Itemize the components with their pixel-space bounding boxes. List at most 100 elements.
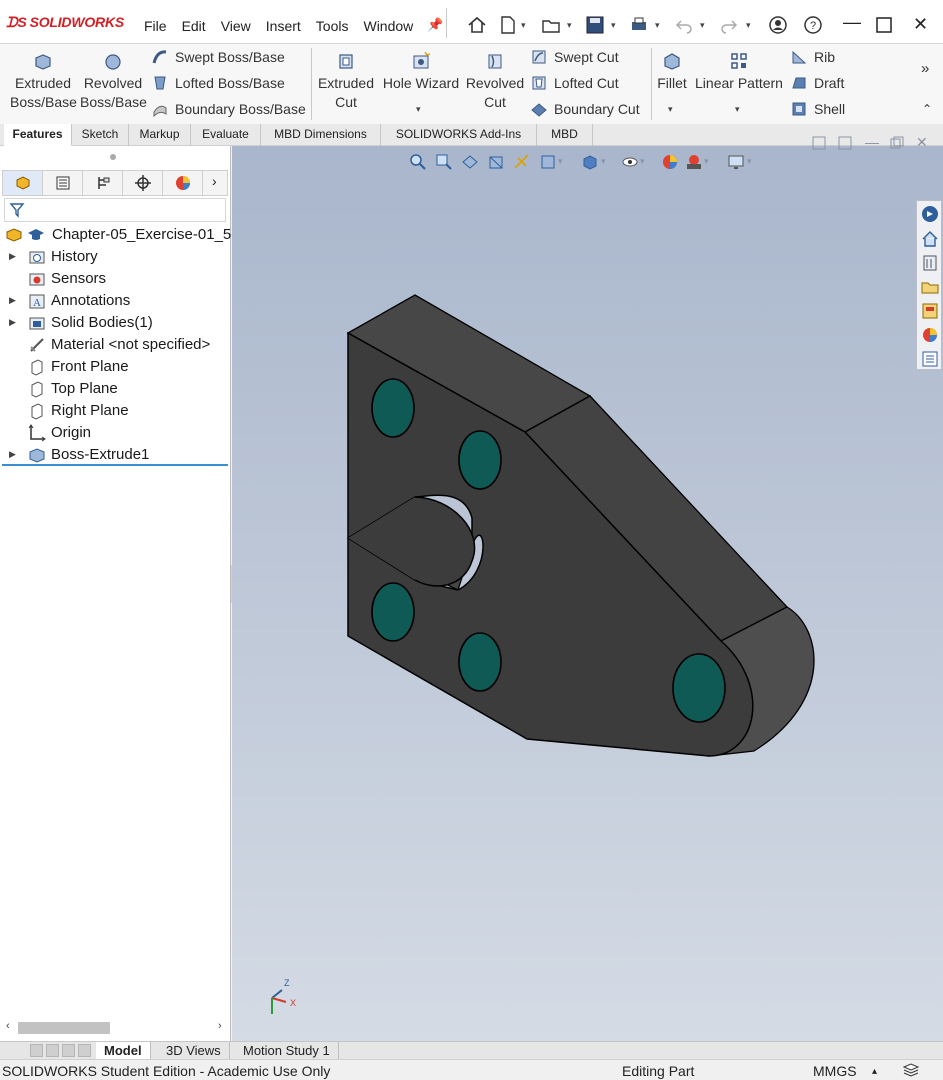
custom-properties-icon[interactable] <box>920 349 940 369</box>
fillet-dropdown-caret[interactable]: ▾ <box>668 104 673 115</box>
draft-button[interactable]: Draft <box>790 74 844 92</box>
tree-item-origin[interactable]: Origin <box>0 422 231 444</box>
tree-item-solid-bodies[interactable]: ▶ Solid Bodies(1) <box>0 312 231 334</box>
redo-icon[interactable] <box>718 14 740 36</box>
scroll-right-arrow-icon[interactable]: › <box>218 1020 222 1032</box>
solidworks-logo[interactable]: ᗪS SOLIDWORKS <box>6 14 124 31</box>
print-icon[interactable] <box>628 14 650 36</box>
extruded-cut-button[interactable]: Extruded Cut <box>314 50 378 112</box>
home-icon[interactable] <box>466 14 488 36</box>
appearances-scenes-icon[interactable] <box>920 325 940 345</box>
tab-motion-study-1[interactable]: Motion Study 1 <box>235 1042 339 1060</box>
feature-manager-tab[interactable] <box>3 171 43 195</box>
tree-item-sensors[interactable]: Sensors <box>0 268 231 290</box>
dynamic-annotation-icon[interactable] <box>512 152 532 172</box>
display-style-icon[interactable] <box>580 152 600 172</box>
unit-system-selector[interactable]: MMGS <box>813 1063 857 1079</box>
view-settings-caret[interactable]: ▾ <box>747 156 752 167</box>
view-orientation-icon[interactable] <box>538 152 558 172</box>
menu-window[interactable]: Window <box>363 18 413 34</box>
section-view-icon[interactable] <box>486 152 506 172</box>
hole-wizard-button[interactable]: Hole Wizard <box>381 50 461 93</box>
viewport-minimize-icon[interactable]: — <box>865 134 879 150</box>
view-palette-icon[interactable] <box>920 301 940 321</box>
panel-more-chevron-icon[interactable]: › <box>212 173 217 189</box>
dimxpert-manager-tab[interactable] <box>123 171 163 195</box>
rollback-bar[interactable] <box>2 464 228 466</box>
tab-solidworks-add-ins[interactable]: SOLIDWORKS Add-Ins <box>381 124 537 146</box>
expand-arrow-icon[interactable]: ▶ <box>9 317 16 328</box>
hole-bottom-left[interactable] <box>371 582 415 642</box>
boundary-boss-base-button[interactable]: Boundary Boss/Base <box>151 100 306 118</box>
property-manager-tab[interactable] <box>43 171 83 195</box>
tree-item-front-plane[interactable]: Front Plane <box>0 356 231 378</box>
last-tab-button[interactable] <box>78 1044 91 1057</box>
redo-dropdown-caret[interactable]: ▾ <box>746 20 751 31</box>
save-dropdown-caret[interactable]: ▾ <box>611 20 616 31</box>
panel-grip-handle[interactable] <box>110 154 116 160</box>
display-style-caret[interactable]: ▾ <box>601 156 606 167</box>
lofted-cut-button[interactable]: Lofted Cut <box>530 74 619 92</box>
view-settings-icon[interactable] <box>726 152 746 172</box>
account-icon[interactable] <box>767 14 789 36</box>
tree-horizontal-scrollbar[interactable]: ‹ › <box>2 1020 228 1036</box>
tree-item-history[interactable]: ▶ History <box>0 246 231 268</box>
customize-status-icon[interactable] <box>902 1063 920 1078</box>
hole-top-right[interactable] <box>458 430 502 490</box>
view-orientation-caret[interactable]: ▾ <box>558 156 563 167</box>
design-library-icon[interactable] <box>920 253 940 273</box>
graphics-area[interactable]: ▾ ▾ ▾ ▾ ▾ — ✕ Z X <box>232 134 943 1041</box>
tree-item-material[interactable]: Material <not specified> <box>0 334 231 356</box>
boundary-cut-button[interactable]: Boundary Cut <box>530 100 640 118</box>
tree-item-top-plane[interactable]: Top Plane <box>0 378 231 400</box>
next-tab-button[interactable] <box>62 1044 75 1057</box>
zoom-to-fit-icon[interactable] <box>408 152 428 172</box>
home-icon[interactable] <box>920 229 940 249</box>
previous-tab-button[interactable] <box>46 1044 59 1057</box>
new-dropdown-caret[interactable]: ▾ <box>521 20 526 31</box>
help-icon[interactable]: ? <box>802 14 824 36</box>
undo-icon[interactable] <box>673 14 695 36</box>
open-dropdown-caret[interactable]: ▾ <box>567 20 572 31</box>
edit-appearance-icon[interactable] <box>660 152 680 172</box>
expand-arrow-icon[interactable]: ▶ <box>9 295 16 306</box>
tree-item-annotations[interactable]: ▶ A Annotations <box>0 290 231 312</box>
display-manager-tab[interactable] <box>163 171 203 195</box>
viewport-restore-icon[interactable] <box>890 136 904 150</box>
tab-markup[interactable]: Markup <box>129 124 191 146</box>
menu-insert[interactable]: Insert <box>266 18 301 34</box>
apply-scene-caret[interactable]: ▾ <box>704 156 709 167</box>
scrollbar-thumb[interactable] <box>18 1022 110 1034</box>
ribbon-more-chevron-icon[interactable]: » <box>921 60 929 77</box>
print-dropdown-caret[interactable]: ▾ <box>655 20 660 31</box>
tab-mbd-dimensions[interactable]: MBD Dimensions <box>261 124 381 146</box>
viewport-back-icon[interactable] <box>812 136 826 150</box>
first-tab-button[interactable] <box>30 1044 43 1057</box>
lofted-boss-base-button[interactable]: Lofted Boss/Base <box>151 74 285 92</box>
previous-view-icon[interactable] <box>460 152 480 172</box>
linear-pattern-button[interactable]: Linear Pattern <box>694 50 784 93</box>
tab-features[interactable]: Features <box>4 124 72 146</box>
tab-mbd[interactable]: MBD <box>537 124 593 146</box>
expand-arrow-icon[interactable]: ▶ <box>9 251 16 262</box>
rib-button[interactable]: Rib <box>790 48 835 66</box>
solidworks-resources-icon[interactable] <box>920 204 940 224</box>
new-document-icon[interactable] <box>497 14 519 36</box>
tab-3d-views[interactable]: 3D Views <box>158 1042 230 1060</box>
revolved-boss-base-button[interactable]: Revolved Boss/Base <box>80 50 147 112</box>
swept-cut-button[interactable]: Swept Cut <box>530 48 619 66</box>
undo-dropdown-caret[interactable]: ▾ <box>700 20 705 31</box>
save-icon[interactable] <box>584 14 606 36</box>
linear-pattern-dropdown-caret[interactable]: ▾ <box>735 104 740 115</box>
swept-boss-base-button[interactable]: Swept Boss/Base <box>151 48 285 66</box>
hole-end[interactable] <box>672 653 726 723</box>
maximize-button[interactable] <box>875 16 893 34</box>
hole-top-left[interactable] <box>371 378 415 438</box>
revolved-cut-button[interactable]: Revolved Cut <box>463 50 527 112</box>
minimize-button[interactable]: — <box>843 12 861 33</box>
pin-icon[interactable]: 📌 <box>427 17 443 33</box>
menu-file[interactable]: File <box>144 18 167 34</box>
zoom-to-area-icon[interactable] <box>434 152 454 172</box>
expand-arrow-icon[interactable]: ▶ <box>9 449 16 460</box>
scroll-left-arrow-icon[interactable]: ‹ <box>6 1020 10 1032</box>
